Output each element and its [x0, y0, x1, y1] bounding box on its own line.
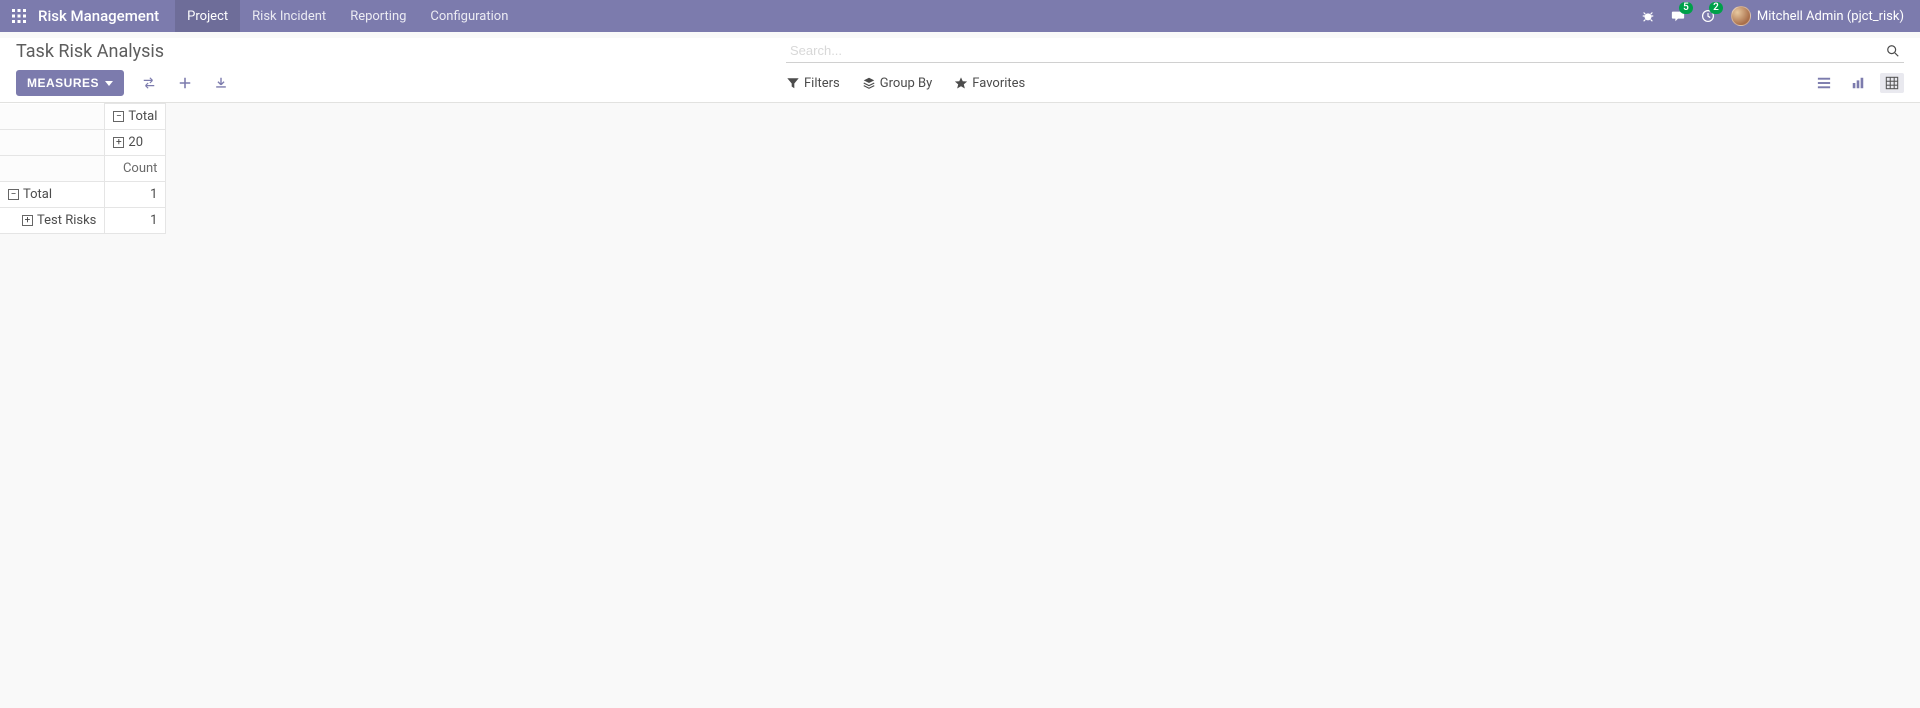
- flip-axis-button[interactable]: [138, 72, 160, 94]
- activities-button[interactable]: 2: [1693, 0, 1723, 32]
- pivot-row-total: −Total 1: [0, 182, 166, 208]
- activities-badge: 2: [1709, 2, 1723, 14]
- collapse-icon[interactable]: −: [113, 111, 124, 122]
- debug-button[interactable]: [1633, 0, 1663, 32]
- user-label: Mitchell Admin (pjct_risk): [1757, 9, 1904, 24]
- favorites-label: Favorites: [972, 76, 1025, 91]
- col-header-total-label: Total: [128, 109, 157, 124]
- cell-testrisks[interactable]: 1: [105, 208, 166, 234]
- bug-icon: [1641, 9, 1655, 23]
- view-graph-button[interactable]: [1846, 73, 1870, 93]
- collapse-icon[interactable]: −: [8, 189, 19, 200]
- list-icon: [1817, 76, 1831, 90]
- navbar-menu: Project Risk Incident Reporting Configur…: [175, 0, 520, 32]
- search-icon: [1886, 44, 1900, 58]
- pivot-table: −Total +20 Count −Total 1 +Test Risks 1: [0, 103, 166, 234]
- apps-icon: [11, 8, 27, 24]
- search-input[interactable]: [786, 41, 1882, 60]
- pivot-empty: [0, 104, 105, 130]
- apps-button[interactable]: [0, 0, 38, 32]
- expand-all-button[interactable]: [174, 72, 196, 94]
- layers-icon: [862, 76, 876, 90]
- menu-reporting[interactable]: Reporting: [338, 0, 418, 32]
- expand-icon[interactable]: +: [113, 137, 124, 148]
- graph-icon: [1851, 76, 1865, 90]
- count-header: Count: [105, 156, 166, 182]
- breadcrumb: Task Risk Analysis: [16, 41, 786, 62]
- pivot-row-testrisks: + Test Risks 1: [0, 208, 166, 234]
- filters-label: Filters: [804, 76, 840, 91]
- col-header-group-label: 20: [128, 135, 143, 150]
- view-list-button[interactable]: [1812, 73, 1836, 93]
- filters-button[interactable]: Filters: [786, 76, 840, 91]
- expand-icon[interactable]: +: [22, 215, 33, 226]
- caret-down-icon: [105, 81, 113, 86]
- col-header-total[interactable]: −Total: [105, 104, 166, 130]
- measures-label: MEASURES: [27, 76, 99, 90]
- groupby-button[interactable]: Group By: [862, 76, 933, 91]
- pivot-empty-3: [0, 156, 105, 182]
- view-pivot-button[interactable]: [1880, 73, 1904, 93]
- pivot-area: −Total +20 Count −Total 1 +Test Risks 1: [0, 103, 1920, 234]
- pivot-icon: [1885, 76, 1899, 90]
- menu-configuration[interactable]: Configuration: [418, 0, 520, 32]
- col-header-group[interactable]: +20: [105, 130, 166, 156]
- messages-badge: 5: [1679, 2, 1693, 14]
- systray: 5 2 Mitchell Admin (pjct_risk): [1633, 0, 1920, 32]
- favorites-button[interactable]: Favorites: [954, 76, 1025, 91]
- groupby-label: Group By: [880, 76, 933, 91]
- pivot-empty-2: [0, 130, 105, 156]
- top-navbar: Risk Management Project Risk Incident Re…: [0, 0, 1920, 32]
- cell-total[interactable]: 1: [105, 182, 166, 208]
- search-button[interactable]: [1882, 44, 1904, 58]
- row-header-total-label: Total: [23, 187, 52, 202]
- menu-risk-incident[interactable]: Risk Incident: [240, 0, 338, 32]
- plus-icon: [178, 76, 192, 90]
- star-icon: [954, 76, 968, 90]
- avatar: [1731, 6, 1751, 26]
- download-button[interactable]: [210, 72, 232, 94]
- brand-title[interactable]: Risk Management: [38, 7, 175, 25]
- row-header-testrisks-label: Test Risks: [37, 213, 96, 228]
- control-panel: Task Risk Analysis MEASURES: [0, 38, 1920, 103]
- download-icon: [214, 76, 228, 90]
- row-header-testrisks[interactable]: + Test Risks: [0, 208, 105, 234]
- funnel-icon: [786, 76, 800, 90]
- user-menu[interactable]: Mitchell Admin (pjct_risk): [1723, 0, 1912, 32]
- search-wrapper: [786, 39, 1904, 63]
- measures-button[interactable]: MEASURES: [16, 70, 124, 96]
- row-header-total[interactable]: −Total: [0, 182, 105, 208]
- messaging-button[interactable]: 5: [1663, 0, 1693, 32]
- flip-axis-icon: [142, 76, 156, 90]
- menu-project[interactable]: Project: [175, 0, 240, 32]
